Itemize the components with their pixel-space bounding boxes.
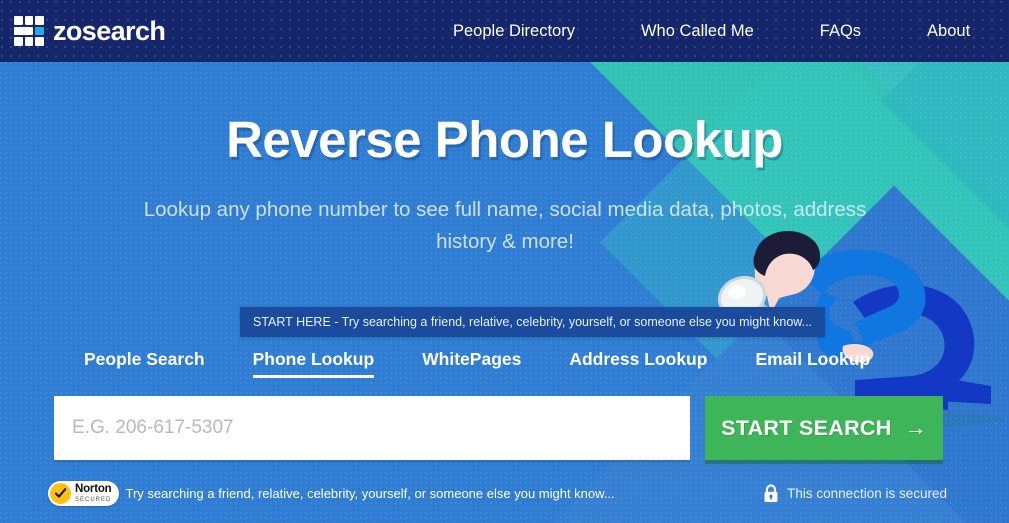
- nav-item-people-directory[interactable]: People Directory: [420, 0, 608, 62]
- nav-item-faqs[interactable]: FAQs: [787, 0, 894, 62]
- tab-people-search[interactable]: People Search: [60, 348, 229, 378]
- logo-square-wide: [14, 26, 34, 36]
- brand-logo[interactable]: zosearch: [14, 13, 166, 49]
- logo-square: [35, 37, 44, 46]
- page-title: Reverse Phone Lookup: [226, 111, 783, 168]
- nav-links: People Directory Who Called Me FAQs Abou…: [420, 0, 1003, 62]
- tab-address-lookup[interactable]: Address Lookup: [545, 348, 731, 378]
- norton-badge-sub: SECURED: [75, 496, 112, 503]
- arrow-right-icon: →: [904, 415, 927, 440]
- search-hint-text: Try searching a friend, relative, celebr…: [125, 486, 615, 501]
- logo-square: [14, 37, 23, 46]
- search-row: START SEARCH →: [54, 396, 943, 460]
- norton-secured-badge: Norton SECURED: [48, 481, 120, 506]
- grid-squares-logo-icon: [14, 16, 44, 46]
- logo-square: [35, 16, 44, 25]
- page-root: zosearch People Directory Who Called Me …: [0, 0, 1009, 523]
- norton-badge-name: Norton: [75, 483, 112, 496]
- brand-name: zosearch: [53, 16, 166, 46]
- nav-item-about[interactable]: About: [894, 0, 1003, 62]
- trust-row: Norton SECURED Try searching a friend, r…: [48, 481, 615, 506]
- hero-subtitle: Lookup any phone number to see full name…: [143, 198, 867, 253]
- start-search-label: START SEARCH: [721, 415, 892, 440]
- norton-badge-text: Norton SECURED: [75, 483, 112, 503]
- lock-icon: [764, 484, 778, 502]
- secure-connection-row: This connection is secured: [763, 484, 947, 503]
- nav-item-who-called-me[interactable]: Who Called Me: [608, 0, 787, 62]
- logo-square: [24, 16, 34, 25]
- logo-square-accent: [35, 26, 44, 36]
- start-search-button[interactable]: START SEARCH →: [705, 396, 943, 460]
- tab-email-lookup[interactable]: Email Lookup: [731, 348, 894, 378]
- logo-square: [24, 37, 34, 46]
- secure-connection-text: This connection is secured: [787, 486, 947, 501]
- search-input[interactable]: [54, 396, 690, 460]
- tab-whitepages[interactable]: WhitePages: [398, 348, 545, 378]
- tab-phone-lookup[interactable]: Phone Lookup: [229, 348, 399, 378]
- search-type-tabs: People Search Phone Lookup WhitePages Ad…: [60, 348, 894, 378]
- top-navbar: zosearch People Directory Who Called Me …: [0, 0, 1009, 62]
- start-here-tooltip: START HERE - Try searching a friend, rel…: [240, 307, 825, 337]
- logo-square: [14, 16, 23, 25]
- checkmark-icon: [50, 483, 71, 504]
